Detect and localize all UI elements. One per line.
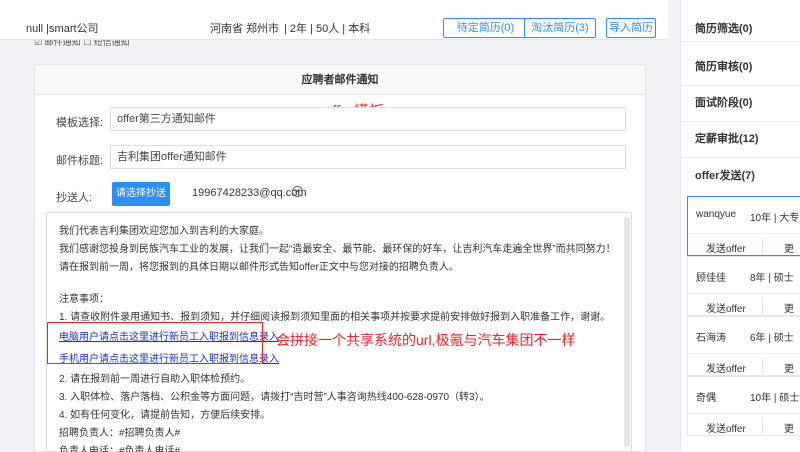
candidate-actions: 发送offer 更 [688, 413, 800, 437]
candidate-card[interactable]: 奇偶 10年 | 硕士 发送offer 更 [687, 376, 800, 436]
candidate-card[interactable]: wanqyue 10年 | 大专 发送offer 更 [687, 196, 800, 256]
stage-resume-review[interactable]: 简历审核(0) [681, 42, 800, 86]
action-divider [762, 238, 763, 254]
candidate-meta: 8年 | 硕士 [750, 273, 794, 284]
body-line: 负责人电话：#负责人电话# [59, 446, 181, 452]
template-label: 模板选择: [56, 117, 104, 129]
candidate-actions: 发送offer 更 [688, 233, 800, 257]
stage-interview[interactable]: 面试阶段(0) [681, 86, 800, 122]
action-divider [762, 358, 763, 374]
candidate-card[interactable]: 石海涛 6年 | 硕士 发送offer 更 [687, 316, 800, 376]
candidate-actions: 发送offer 更 [688, 353, 800, 377]
more-button[interactable]: 更 [784, 240, 794, 255]
subject-label: 邮件标题: [56, 155, 104, 167]
send-offer-button[interactable]: 发送offer [706, 360, 746, 375]
send-offer-button[interactable]: 发送offer [706, 240, 746, 255]
app-root: null |smart公司 河南省 郑州市 | 2年 | 50人 | 本科 待定… [0, 0, 800, 452]
import-resume-button[interactable]: 导入简历 [606, 18, 656, 38]
editor-scrollbar[interactable] [624, 217, 630, 447]
stage-salary-approval[interactable]: 定薪审批(12) [681, 122, 800, 158]
url-annotation: 会拼接一个共享系统的url,极氪与汽车集团不一样 [276, 332, 576, 348]
candidate-meta: 6年 | 硕士 [750, 333, 794, 344]
company-name: null |smart公司 [26, 23, 99, 35]
link-highlight-box [47, 322, 263, 364]
cc-email-tag: 19967428233@qq.com [192, 187, 307, 199]
more-button[interactable]: 更 [784, 420, 794, 435]
body-line: 2. 请在报到前一周进行自助入职体检预约。 [59, 374, 251, 385]
candidate-name: 奇偶 [696, 393, 716, 404]
body-line: 我们感谢您投身到民族汽车工业的发展，让我们一起“造最安全、最节能、最环保的好车，… [59, 244, 616, 255]
action-divider [762, 418, 763, 434]
body-line: 4. 如有任何变化，请提前告知，方便后续安排。 [59, 410, 271, 421]
body-line: 注意事项： [59, 294, 109, 305]
candidate-meta: | 2年 | 50人 | 本科 [284, 23, 371, 35]
candidate-header: null |smart公司 河南省 郑州市 | 2年 | 50人 | 本科 待定… [0, 0, 668, 40]
more-button[interactable]: 更 [784, 360, 794, 375]
notification-checkboxes[interactable]: ☑ 邮件通知 ☐ 短信通知 [34, 40, 130, 48]
body-line: 3. 入职体检、落户落档、公积金等方面问题，请拨打“吉时营”人事咨询热线400-… [59, 392, 490, 403]
body-line: 请在报到前一周，将您报到的具体日期以邮件形式告知offer正文中与您对接的招聘负… [59, 262, 459, 273]
stage-offer-sending[interactable]: offer发送(7) [681, 158, 800, 194]
pipeline-sidebar: 简历筛选(0) 简历审核(0) 面试阶段(0) 定薪审批(12) offer发送… [680, 0, 800, 452]
action-divider [762, 298, 763, 314]
template-select[interactable]: offer第三方通知邮件 [110, 107, 626, 131]
location-text: 河南省 郑州市 [210, 23, 280, 35]
subject-input[interactable]: 吉利集团offer通知邮件 [110, 145, 626, 169]
candidate-meta: 10年 | 大专 [750, 213, 800, 224]
rejected-resumes-button[interactable]: 淘汰简历(3) [524, 18, 596, 38]
stage-resume-screening[interactable]: 简历筛选(0) [681, 0, 800, 42]
body-line: 我们代表吉利集团欢迎您加入到吉利的大家庭。 [59, 226, 269, 237]
candidate-card[interactable]: 顾佳佳 8年 | 硕士 发送offer 更 [687, 256, 800, 316]
more-button[interactable]: 更 [784, 300, 794, 315]
panel-title: 应聘者邮件通知 [35, 65, 645, 95]
pending-resumes-button[interactable]: 待定简历(0) [443, 18, 528, 38]
send-offer-button[interactable]: 发送offer [706, 300, 746, 315]
remove-cc-icon[interactable]: ✕ [292, 186, 303, 197]
candidate-name: wanqyue [696, 209, 737, 220]
candidate-actions: 发送offer 更 [688, 293, 800, 317]
select-cc-button[interactable]: 请选择抄送人 [112, 182, 170, 223]
candidate-name: 顾佳佳 [696, 273, 726, 284]
candidate-name: 石海涛 [696, 333, 726, 344]
cc-label: 抄送人: [56, 192, 93, 204]
candidate-meta: 10年 | 硕士 [750, 393, 800, 404]
body-line: 招聘负责人：#招聘负责人# [59, 428, 181, 439]
body-line: 1. 请查收附件录用通知书、报到须知，并仔细阅读报到须知里面的相关事项并按要求提… [59, 312, 611, 323]
send-offer-button[interactable]: 发送offer [706, 420, 746, 435]
